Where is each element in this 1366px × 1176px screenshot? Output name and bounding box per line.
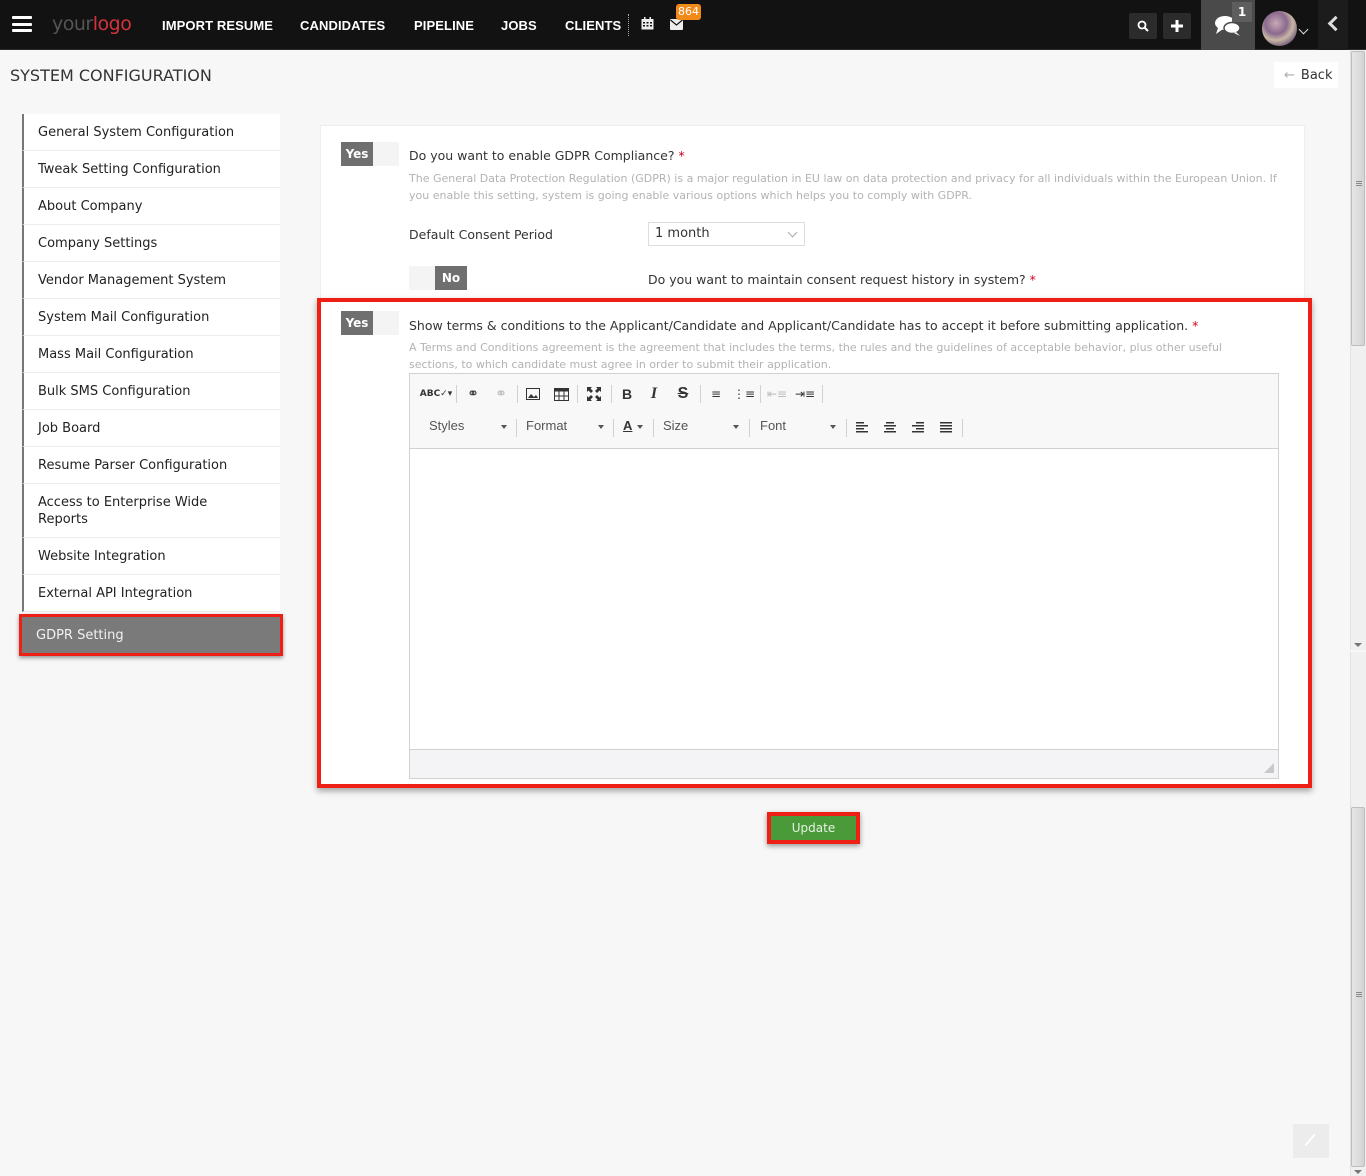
bold-icon[interactable]: B — [616, 383, 638, 405]
sidebar-item-vendor-management-system[interactable]: Vendor Management System — [22, 262, 280, 299]
gdpr-enable-toggle[interactable]: Yes — [341, 142, 399, 166]
chevron-left-icon[interactable] — [1318, 0, 1348, 50]
editor-footer — [410, 749, 1278, 778]
nav-candidates[interactable]: CANDIDATES — [300, 18, 385, 33]
indent-icon[interactable]: ⇥≡ — [794, 383, 816, 405]
format-dropdown[interactable]: Format — [526, 418, 606, 438]
resize-handle[interactable] — [1264, 763, 1274, 773]
caret-down-icon — [637, 425, 643, 429]
caret-down-icon — [501, 425, 507, 429]
nav-jobs[interactable]: JOBS — [501, 18, 537, 33]
sidebar-item-company-settings[interactable]: Company Settings — [22, 225, 280, 262]
sidebar-item-gdpr-setting[interactable]: GDPR Setting — [19, 614, 283, 656]
avatar[interactable] — [1262, 11, 1297, 46]
size-dropdown[interactable]: Size — [663, 418, 743, 438]
consent-history-toggle[interactable]: No — [409, 266, 467, 290]
mail-icon[interactable] — [670, 19, 683, 30]
chevron-down-icon — [787, 227, 798, 238]
caret-down-icon — [830, 425, 836, 429]
mail-badge: 864 — [676, 4, 701, 20]
maximize-icon[interactable] — [583, 383, 605, 405]
sidebar-item-tweak-setting-configuration[interactable]: Tweak Setting Configuration — [22, 151, 280, 188]
page-scrollbar-thumb[interactable] — [1351, 807, 1365, 1167]
toggle-yes: Yes — [341, 142, 373, 166]
add-button[interactable] — [1163, 13, 1191, 39]
unlink-icon[interactable]: ⚭ — [490, 383, 512, 405]
top-navbar: yourlogo IMPORT RESUME CANDIDATES PIPELI… — [0, 0, 1366, 50]
align-right-icon[interactable] — [907, 416, 929, 438]
nav-import-resume[interactable]: IMPORT RESUME — [162, 18, 273, 33]
sidebar-item-job-board[interactable]: Job Board — [22, 410, 280, 447]
page-title: SYSTEM CONFIGURATION — [10, 66, 212, 85]
toggle-yes: Yes — [341, 311, 373, 335]
styles-dropdown[interactable]: Styles — [429, 418, 509, 438]
toggle-no: No — [435, 266, 467, 290]
gdpr-enable-label: Do you want to enable GDPR Compliance? * — [409, 148, 685, 163]
search-icon — [1137, 20, 1149, 32]
sidebar-item-external-api-integration[interactable]: External API Integration — [22, 575, 280, 612]
update-button-highlight: Update — [767, 812, 860, 844]
sidebar-item-mass-mail-configuration[interactable]: Mass Mail Configuration — [22, 336, 280, 373]
plus-icon — [1171, 20, 1183, 32]
arrow-left-icon: ← — [1284, 67, 1295, 83]
link-icon[interactable]: ⚭ — [462, 383, 484, 405]
back-label: Back — [1300, 67, 1333, 83]
chat-count-badge: 1 — [1232, 2, 1252, 22]
edit-icon[interactable] — [1293, 1124, 1329, 1158]
nav-divider — [628, 14, 629, 36]
spellcheck-icon[interactable]: ABC✓▾ — [420, 383, 453, 405]
align-center-icon[interactable] — [879, 416, 901, 438]
caret-down-icon — [733, 425, 739, 429]
calendar-icon[interactable] — [641, 17, 654, 30]
config-sidebar: General System Configuration Tweak Setti… — [19, 114, 283, 656]
caret-down-icon — [598, 425, 604, 429]
hamburger-icon[interactable] — [12, 16, 32, 32]
font-dropdown[interactable]: Font — [760, 418, 840, 438]
search-button[interactable] — [1129, 13, 1157, 39]
bulleted-list-icon[interactable]: ⋮≡ — [733, 383, 755, 405]
sidebar-item-resume-parser-configuration[interactable]: Resume Parser Configuration — [22, 447, 280, 484]
terms-label: Show terms & conditions to the Applicant… — [409, 318, 1199, 333]
gdpr-enable-help: The General Data Protection Regulation (… — [409, 172, 1277, 202]
table-icon[interactable] — [550, 383, 572, 405]
consent-period-select[interactable]: 1 month — [648, 222, 805, 246]
sidebar-item-bulk-sms-configuration[interactable]: Bulk SMS Configuration — [22, 373, 280, 410]
scroll-down-arrow[interactable] — [1354, 1170, 1362, 1174]
sidebar-item-website-integration[interactable]: Website Integration — [22, 538, 280, 575]
italic-icon[interactable]: I — [643, 383, 665, 405]
terms-help: A Terms and Conditions agreement is the … — [409, 341, 1222, 371]
chevron-down-icon[interactable] — [1298, 24, 1309, 35]
justify-icon[interactable] — [935, 416, 957, 438]
numbered-list-icon[interactable]: ≡ — [705, 383, 727, 405]
scroll-down-arrow[interactable] — [1354, 643, 1362, 647]
update-button[interactable]: Update — [771, 816, 856, 840]
sidebar-item-enterprise-wide-reports[interactable]: Access to Enterprise Wide Reports — [22, 484, 280, 538]
sidebar-item-general-system-configuration[interactable]: General System Configuration — [22, 114, 280, 151]
outdent-icon[interactable]: ⇤≡ — [766, 383, 788, 405]
consent-history-label: Do you want to maintain consent request … — [648, 272, 1036, 287]
image-icon[interactable] — [522, 383, 544, 405]
align-left-icon[interactable] — [851, 416, 873, 438]
nav-pipeline[interactable]: PIPELINE — [414, 18, 474, 33]
terms-toggle[interactable]: Yes — [341, 311, 399, 335]
strikethrough-icon[interactable]: S — [672, 383, 694, 405]
logo[interactable]: yourlogo — [52, 13, 132, 35]
sidebar-item-system-mail-configuration[interactable]: System Mail Configuration — [22, 299, 280, 336]
editor-toolbar: ABC✓▾ ⚭ ⚭ B I S ≡ ⋮≡ ⇤≡ ⇥≡ Styles Format… — [410, 374, 1278, 449]
upper-scrollbar-thumb[interactable] — [1351, 51, 1365, 346]
editor-content-area[interactable] — [410, 449, 1278, 749]
nav-clients[interactable]: CLIENTS — [565, 18, 621, 33]
back-button[interactable]: ← Back — [1274, 62, 1338, 88]
text-color-button[interactable]: A — [623, 418, 647, 438]
consent-period-label: Default Consent Period — [409, 227, 553, 242]
terms-rich-text-editor: ABC✓▾ ⚭ ⚭ B I S ≡ ⋮≡ ⇤≡ ⇥≡ Styles Format… — [409, 373, 1279, 779]
sidebar-item-about-company[interactable]: About Company — [22, 188, 280, 225]
